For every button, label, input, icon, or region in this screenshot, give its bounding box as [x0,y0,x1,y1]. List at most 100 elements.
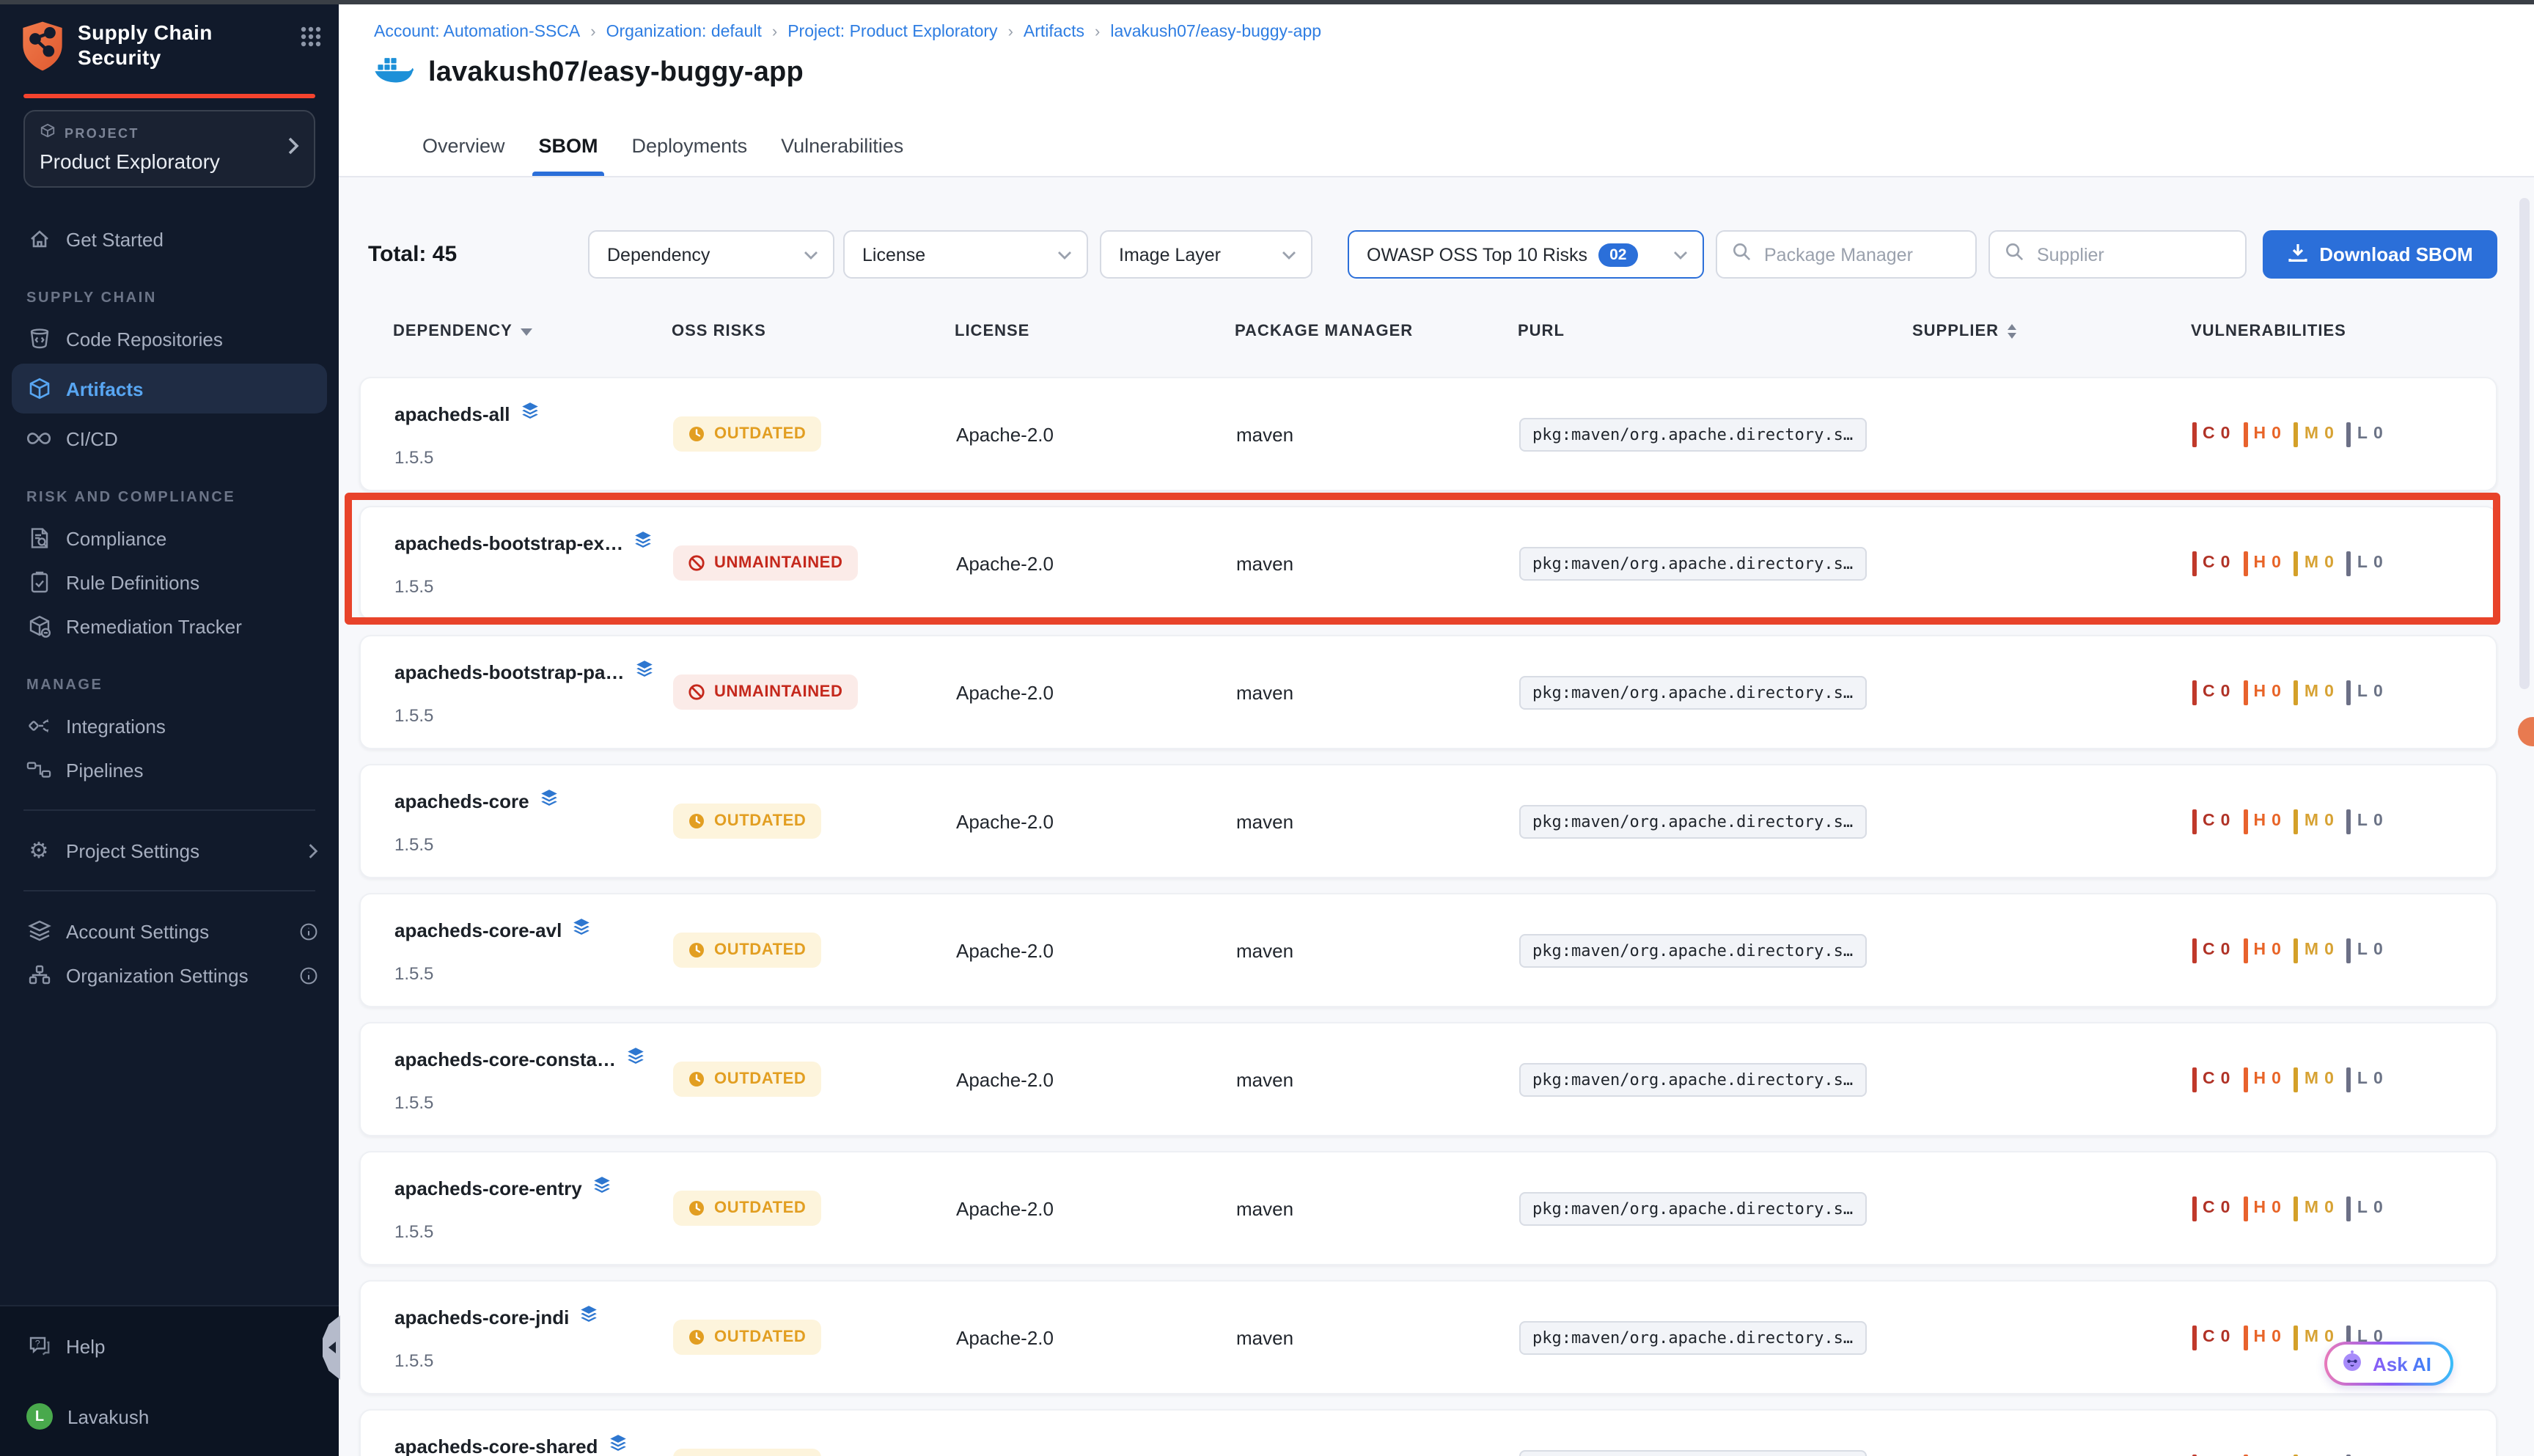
breadcrumb-link[interactable]: Artifacts [1024,23,1084,41]
oss-risk-badge: OUTDATED [673,804,820,839]
sidebar-group-label: RISK AND COMPLIANCE [26,490,339,506]
dependency-name[interactable]: apacheds-core-consta… [394,1048,616,1070]
column-header-dependency[interactable]: DEPENDENCY [393,323,672,340]
filter-license[interactable]: License [843,230,1088,279]
purl-value[interactable]: pkg:maven/org.apache.directory.s… [1519,805,1866,839]
purl-value[interactable]: pkg:maven/org.apache.directory.s… [1519,1321,1866,1355]
column-header-vulnerabilities[interactable]: VULNERABILITIES [2191,323,2497,340]
sidebar-item-organization-settings[interactable]: Organization Settings [0,953,339,997]
table-body: apacheds-all 1.5.5 OUTDATED Apache-2.0 m… [359,377,2497,1456]
package-manager-cell: maven [1236,1197,1519,1219]
purl-value[interactable]: pkg:maven/org.apache.directory.s… [1519,934,1866,968]
dependency-version: 1.5.5 [394,446,673,467]
dependency-name[interactable]: apacheds-bootstrap-pa… [394,661,625,683]
sidebar-item-account-settings[interactable]: Account Settings [0,909,339,953]
filter-image-layer[interactable]: Image Layer [1100,230,1312,279]
download-sbom-button[interactable]: Download SBOM [2263,230,2497,279]
purl-value[interactable]: pkg:maven/org.apache.directory.s… [1519,1450,1866,1456]
purl-value[interactable]: pkg:maven/org.apache.directory.s… [1519,1063,1866,1097]
repo-icon [26,326,51,351]
tab-overview[interactable]: Overview [422,135,505,176]
svg-text:?: ? [34,1338,40,1348]
layers-icon [572,917,591,944]
column-header-license[interactable]: LICENSE [955,323,1235,340]
table-row[interactable]: apacheds-all 1.5.5 OUTDATED Apache-2.0 m… [359,377,2497,491]
dependency-cell: apacheds-core-entry 1.5.5 [394,1175,673,1241]
breadcrumb-link[interactable]: Organization: default [606,23,762,41]
project-selector[interactable]: PROJECT Product Exploratory [23,110,315,188]
breadcrumb-link[interactable]: Account: Automation-SSCA [374,23,580,41]
module-grid-icon[interactable] [301,26,321,54]
purl-cell: pkg:maven/org.apache.directory.s… [1519,1324,1914,1350]
dependency-name[interactable]: apacheds-bootstrap-ex… [394,532,623,554]
dependency-name[interactable]: apacheds-core-avl [394,919,562,941]
table-header: DEPENDENCYOSS RISKSLICENSEPACKAGE MANAGE… [359,323,2497,340]
column-header-oss-risks[interactable]: OSS RISKS [672,323,955,340]
sidebar-item-integrations[interactable]: Integrations [0,704,339,748]
oss-risk-badge: OUTDATED [673,933,820,968]
license-cell: Apache-2.0 [956,1068,1236,1090]
column-header-purl[interactable]: PURL [1518,323,1912,340]
info-icon[interactable] [299,922,318,941]
sidebar-item-pipelines[interactable]: Pipelines [0,748,339,792]
tab-sbom[interactable]: SBOM [539,135,598,176]
chevron-down-icon [1661,250,1688,259]
sidebar-item-get-started[interactable]: Get Started [0,217,339,261]
sidebar-item-remediation-tracker[interactable]: Remediation Tracker [0,604,339,648]
column-header-package-manager[interactable]: PACKAGE MANAGER [1235,323,1518,340]
license-cell: Apache-2.0 [956,1197,1236,1219]
dependency-version: 1.5.5 [394,963,673,983]
oss-risk-badge: OUTDATED [673,1191,820,1226]
page-title: lavakush07/easy-buggy-app [428,57,804,89]
dependency-cell: apacheds-core-avl 1.5.5 [394,917,673,983]
table-row[interactable]: apacheds-core-avl 1.5.5 OUTDATED Apache-… [359,893,2497,1007]
dependency-name[interactable]: apacheds-core-jndi [394,1306,569,1328]
table-row[interactable]: apacheds-core 1.5.5 OUTDATED Apache-2.0 … [359,764,2497,878]
breadcrumb-link[interactable]: lavakush07/easy-buggy-app [1110,23,1321,41]
vertical-scrollbar[interactable] [2519,198,2530,689]
filter-dependency[interactable]: Dependency [588,230,834,279]
table-row[interactable]: apacheds-core-jndi 1.5.5 OUTDATED Apache… [359,1280,2497,1394]
dependency-cell: apacheds-core-consta… 1.5.5 [394,1046,673,1112]
sidebar-item-compliance[interactable]: Compliance [0,516,339,560]
search-supplier-input[interactable] [2034,243,2230,266]
owasp-oss-risks-filter[interactable]: OWASP OSS Top 10 Risks 02 [1348,230,1704,279]
sidebar-item-help[interactable]: ? Help [0,1324,339,1368]
table-row[interactable]: apacheds-bootstrap-ex… 1.5.5 UNMAINTAINE… [359,506,2497,620]
vuln-count-high: H0 [2243,1067,2280,1092]
table-row[interactable]: apacheds-core-entry 1.5.5 OUTDATED Apach… [359,1151,2497,1265]
breadcrumb-link[interactable]: Project: Product Exploratory [787,23,997,41]
sidebar-item-project-settings[interactable]: ⚙ Project Settings [0,828,339,872]
tab-deployments[interactable]: Deployments [632,135,748,176]
user-menu[interactable]: L Lavakush [0,1394,339,1438]
purl-value[interactable]: pkg:maven/org.apache.directory.s… [1519,418,1866,452]
table-row[interactable]: apacheds-core-shared 1.5.5 OUTDATED Apac… [359,1409,2497,1456]
sidebar-footer: ? Help L Lavakush [0,1306,339,1456]
ask-ai-button[interactable]: Ask AI [2324,1342,2453,1386]
oss-risk-cell: OUTDATED [673,416,956,452]
dependency-name[interactable]: apacheds-core-entry [394,1177,582,1199]
purl-value[interactable]: pkg:maven/org.apache.directory.s… [1519,547,1866,581]
sidebar-item-ci-cd[interactable]: CI/CD [0,416,339,460]
table-row[interactable]: apacheds-core-consta… 1.5.5 OUTDATED Apa… [359,1022,2497,1136]
purl-value[interactable]: pkg:maven/org.apache.directory.s… [1519,1192,1866,1226]
table-row[interactable]: apacheds-bootstrap-pa… 1.5.5 UNMAINTAINE… [359,635,2497,749]
sidebar-item-code-repositories[interactable]: Code Repositories [0,317,339,361]
search-package-manager-input[interactable] [1761,243,1961,266]
sidebar-item-rule-definitions[interactable]: Rule Definitions [0,560,339,604]
package-manager-cell: maven [1236,810,1519,832]
dependency-name[interactable]: apacheds-all [394,403,510,425]
vuln-count-critical: C0 [2192,1067,2230,1092]
pipeline-icon [26,757,51,782]
dependency-name[interactable]: apacheds-core [394,790,529,812]
info-icon[interactable] [299,966,318,985]
tab-vulnerabilities[interactable]: Vulnerabilities [781,135,903,176]
vulnerabilities-cell: C0H0M0L0 [2192,1067,2496,1092]
sidebar-item-artifacts[interactable]: Artifacts [12,364,327,413]
help-chat-icon: ? [26,1334,51,1358]
vulnerabilities-cell: C0H0M0L0 [2192,938,2496,963]
purl-value[interactable]: pkg:maven/org.apache.directory.s… [1519,676,1866,710]
dependency-name[interactable]: apacheds-core-shared [394,1435,598,1456]
sidebar-item-label: Help [66,1335,106,1357]
column-header-supplier[interactable]: SUPPLIER [1912,323,2191,340]
